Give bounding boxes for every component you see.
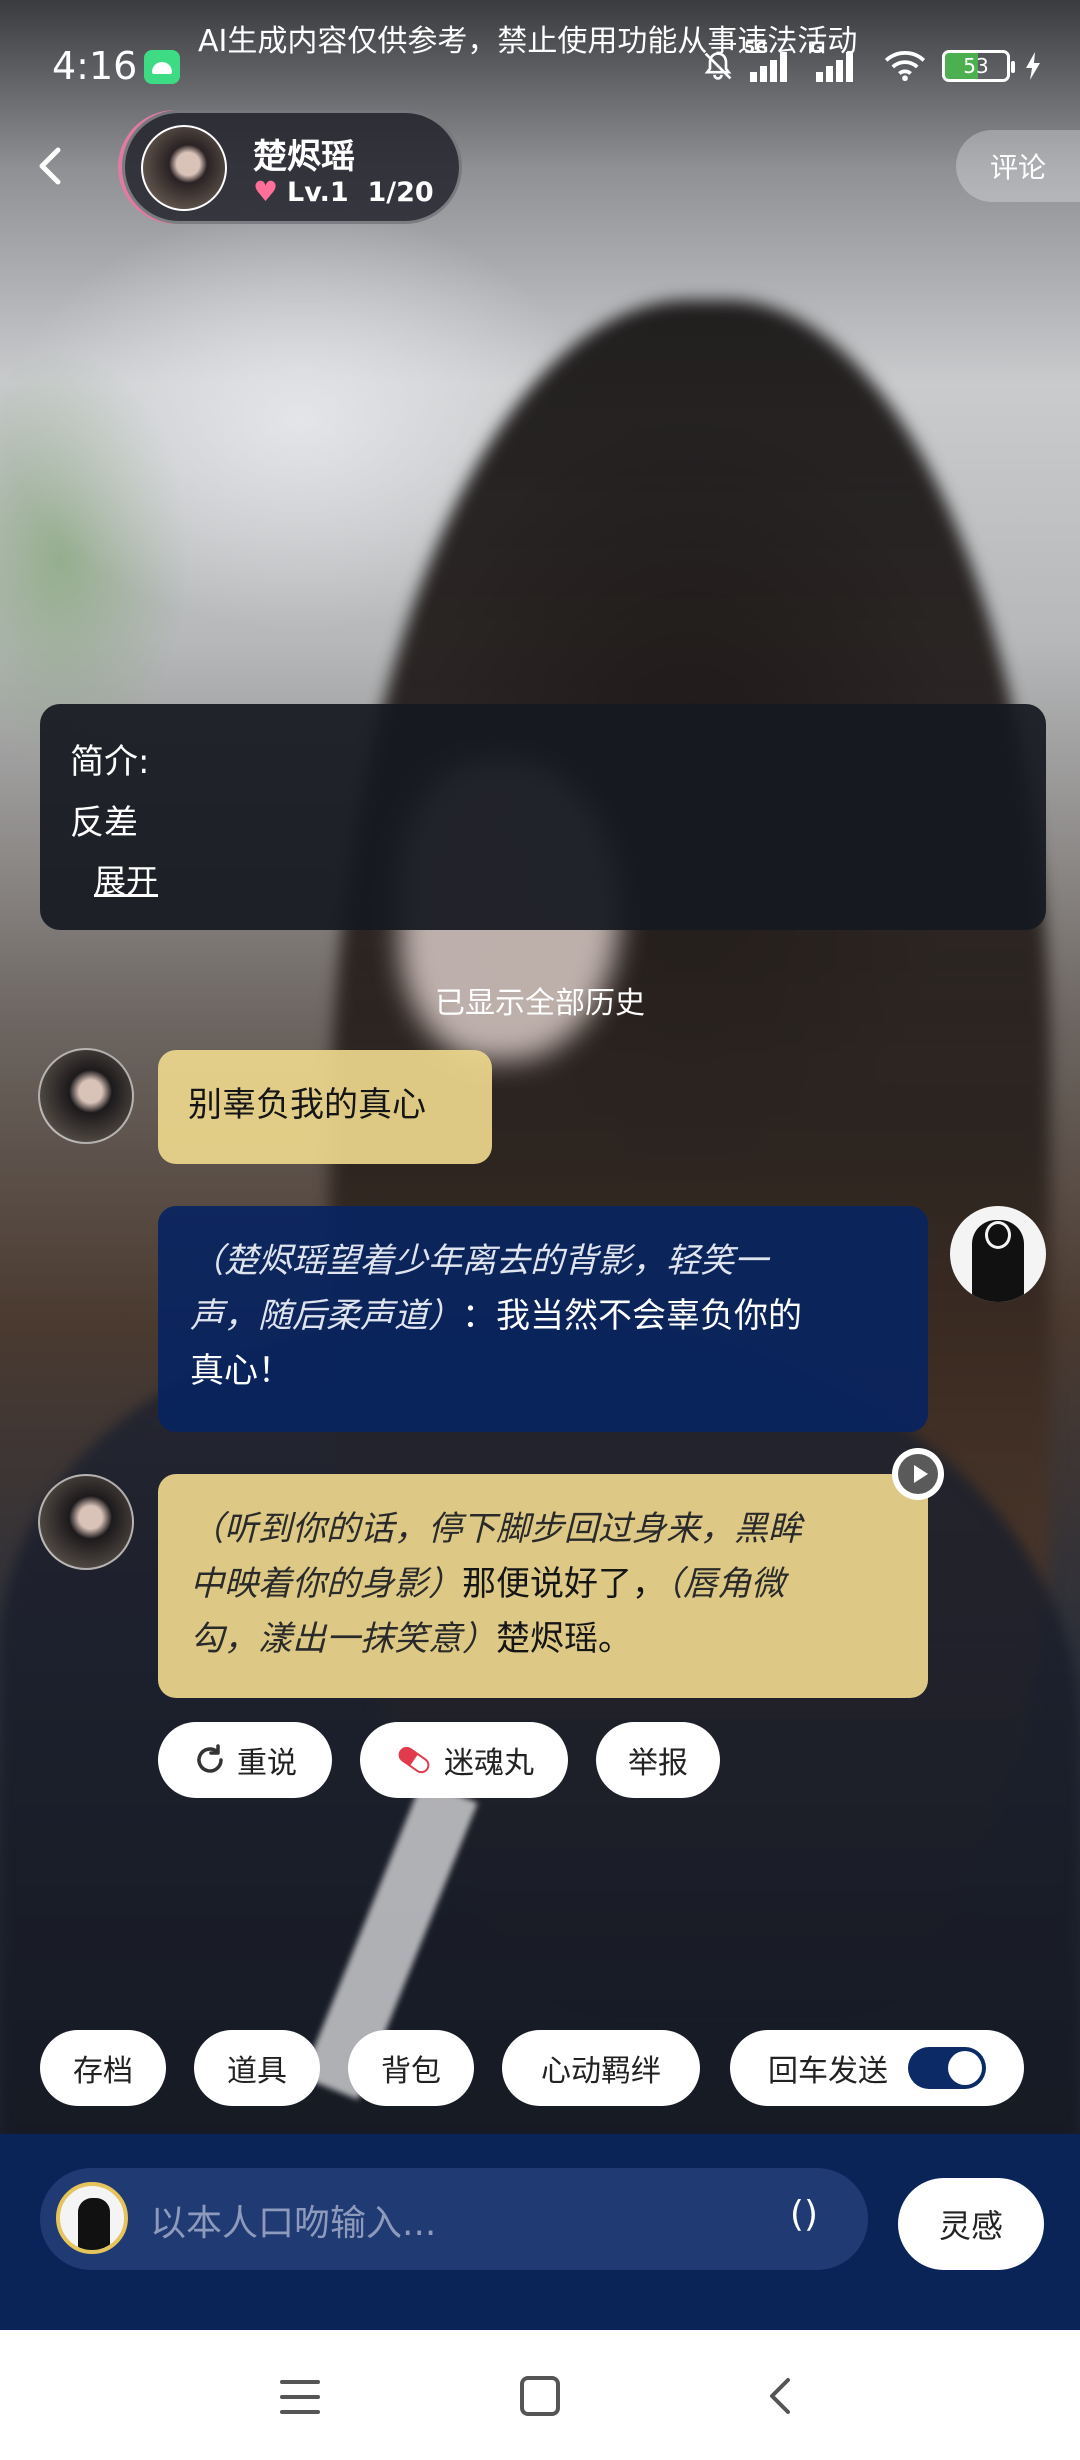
comment-button[interactable]: 评论 bbox=[956, 130, 1080, 202]
play-voice-button[interactable] bbox=[892, 1448, 944, 1500]
character-message-avatar[interactable] bbox=[38, 1474, 134, 1570]
input-placeholder: 以本人口吻输入... bbox=[150, 2203, 437, 2244]
suit-icon bbox=[972, 1220, 1024, 1302]
system-nav-bar bbox=[0, 2330, 1080, 2460]
status-time: 4:16 bbox=[52, 44, 138, 88]
composer-bar: 以本人口吻输入... () 灵感 bbox=[0, 2134, 1080, 2330]
intro-text: 反差 bbox=[70, 803, 138, 843]
props-button[interactable]: 道具 bbox=[194, 2030, 320, 2106]
home-icon[interactable] bbox=[520, 2376, 560, 2416]
back-button[interactable] bbox=[28, 136, 72, 196]
history-notice: 已显示全部历史 bbox=[435, 986, 645, 1021]
message-action: （唇角微 bbox=[666, 1564, 785, 1604]
refresh-icon bbox=[193, 1743, 227, 1777]
inspire-button[interactable]: 灵感 bbox=[898, 2178, 1044, 2270]
chevron-left-icon bbox=[39, 147, 61, 185]
message-input[interactable]: 以本人口吻输入... () bbox=[40, 2168, 868, 2270]
bond-button[interactable]: 心动羁绊 bbox=[502, 2030, 700, 2106]
status-bar: 4:16 AI生成内容仅供参考，禁止使用功能从事违法活动 5G G 53 bbox=[0, 0, 1080, 110]
message-speech: 真心！ bbox=[190, 1351, 292, 1391]
report-button[interactable]: 举报 bbox=[596, 1722, 720, 1798]
character-message-bubble: （听到你的话，停下脚步回过身来，黑眸 中映着你的身影）那便说好了，（唇角微 勾，… bbox=[158, 1474, 928, 1698]
user-avatar[interactable] bbox=[56, 2182, 128, 2254]
signal-5g-icon: 5G bbox=[744, 38, 802, 82]
character-profile-pill[interactable]: 楚烬瑶 ♥ Lv.1 1/20 bbox=[122, 110, 462, 224]
affection-level: Lv.1 1/20 bbox=[287, 177, 434, 208]
recent-apps-icon[interactable] bbox=[280, 2380, 320, 2414]
user-message-avatar[interactable] bbox=[950, 1206, 1046, 1302]
character-name: 楚烬瑶 bbox=[253, 137, 355, 177]
message-action: 中映着你的身影） bbox=[190, 1564, 462, 1604]
character-avatar bbox=[141, 125, 227, 211]
save-button[interactable]: 存档 bbox=[40, 2030, 166, 2106]
signal-g-icon: G bbox=[810, 38, 868, 82]
intro-title: 简介: bbox=[70, 742, 150, 782]
message-action: （楚烬瑶望着少年离去的背影，轻笑一 bbox=[190, 1241, 768, 1281]
bag-button[interactable]: 背包 bbox=[348, 2030, 474, 2106]
suit-icon bbox=[78, 2198, 110, 2250]
wifi-icon bbox=[884, 50, 926, 82]
user-message-bubble: （楚烬瑶望着少年离去的背影，轻笑一 声，随后柔声道）：我当然不会辜负你的 真心！ bbox=[158, 1206, 928, 1432]
retry-label: 重说 bbox=[237, 1746, 297, 1781]
message-speech: 那便说好了， bbox=[462, 1564, 666, 1604]
status-icons: 5G G 53 bbox=[700, 38, 1042, 88]
message-speech: 楚烬瑶。 bbox=[496, 1619, 632, 1659]
action-paren-button[interactable]: () bbox=[790, 2194, 818, 2235]
character-message-bubble: 别辜负我的真心 bbox=[158, 1050, 492, 1164]
heart-icon: ♥ bbox=[253, 175, 279, 208]
android-icon bbox=[144, 50, 180, 84]
message-action: 勾，漾出一抹笑意） bbox=[190, 1619, 496, 1659]
charging-icon bbox=[1026, 52, 1040, 80]
pill-icon bbox=[394, 1745, 434, 1775]
message-action: （听到你的话，停下脚步回过身来，黑眸 bbox=[190, 1509, 802, 1549]
character-message-avatar[interactable] bbox=[38, 1048, 134, 1144]
message-action: 声，随后柔声道） bbox=[190, 1296, 462, 1336]
intro-card: 简介: 反差 展开 bbox=[40, 704, 1046, 930]
intro-expand-link[interactable]: 展开 bbox=[94, 856, 158, 902]
message-text: 别辜负我的真心 bbox=[188, 1085, 426, 1125]
enter-send-toggle[interactable]: 回车发送 bbox=[730, 2030, 1024, 2106]
potion-button[interactable]: 迷魂丸 bbox=[360, 1722, 568, 1798]
mute-bell-icon bbox=[704, 52, 732, 80]
retry-button[interactable]: 重说 bbox=[158, 1722, 332, 1798]
potion-label: 迷魂丸 bbox=[444, 1746, 534, 1781]
toggle-switch[interactable] bbox=[908, 2047, 986, 2089]
message-speech: ：我当然不会辜负你的 bbox=[462, 1296, 802, 1336]
enter-send-label: 回车发送 bbox=[768, 2054, 888, 2089]
battery-icon: 53 bbox=[942, 50, 1015, 82]
nav-back-icon[interactable] bbox=[760, 2374, 804, 2418]
